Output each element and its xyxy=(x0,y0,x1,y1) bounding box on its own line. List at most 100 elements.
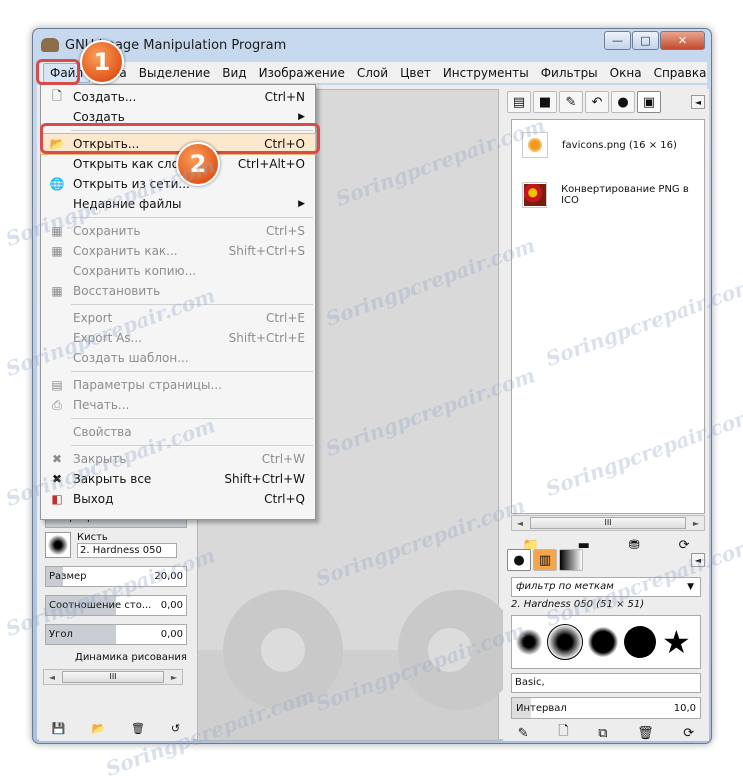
brushes-tab-icon[interactable]: ● xyxy=(507,549,531,571)
menu-colors[interactable]: Цвет xyxy=(394,63,437,83)
restore-options-icon[interactable]: 📂 xyxy=(91,722,105,735)
menu-filters[interactable]: Фильтры xyxy=(535,63,604,83)
scroll-thumb[interactable]: III xyxy=(530,517,686,529)
tool-options-scrollbar[interactable]: ◄ III ► xyxy=(43,669,183,685)
brush-star-icon[interactable]: ★ xyxy=(662,626,691,658)
interval-slider[interactable]: Интервал 10,0 xyxy=(511,697,701,719)
menu-create-template[interactable]: Создать шаблон... xyxy=(41,348,315,368)
scroll-right-icon[interactable]: ► xyxy=(166,673,182,682)
dock-menu-icon[interactable]: ◄ xyxy=(691,95,705,109)
size-slider[interactable]: Размер 20,00 xyxy=(45,566,187,587)
brush-selector[interactable]: Кисть 2. Hardness 050 xyxy=(45,530,187,560)
image-item-convert[interactable]: Конвертирование PNG в ICO xyxy=(512,170,704,220)
exit-icon: ◧ xyxy=(51,492,63,506)
brushes-dock-menu-icon[interactable]: ◄ xyxy=(691,553,705,567)
delete-options-icon[interactable]: 🗑 xyxy=(131,722,145,735)
brush-hardness-050[interactable] xyxy=(547,624,583,660)
undo-tab-icon[interactable]: ↶ xyxy=(585,91,609,113)
page-setup-icon: ▤ xyxy=(51,378,63,392)
save-options-icon[interactable]: 💾 xyxy=(52,722,66,735)
menu-page-setup[interactable]: ▤ Параметры страницы... xyxy=(41,375,315,395)
close-button[interactable]: ✕ xyxy=(660,31,705,50)
brushes-panel: ● ▥ ◄ фильтр по меткам 2. Hardness 050 (… xyxy=(503,547,709,741)
brush-thumbnail-icon[interactable] xyxy=(45,532,71,558)
wilber-eye-right xyxy=(398,590,518,710)
gradients-tab-icon[interactable] xyxy=(559,549,583,571)
scroll-right-icon[interactable]: ► xyxy=(688,519,704,528)
menu-save-copy[interactable]: Сохранить копию... xyxy=(41,261,315,281)
menu-bar: Файл ка Выделение Вид Изображение Слой Ц… xyxy=(37,62,707,84)
paths-tab-icon[interactable]: ✎ xyxy=(559,91,583,113)
save-icon: ▦ xyxy=(51,224,63,238)
minimize-button[interactable]: — xyxy=(604,31,631,50)
brush-grid[interactable]: ★ xyxy=(511,615,701,669)
gimp-app-icon xyxy=(41,38,59,52)
pointer-tab-icon[interactable]: ● xyxy=(611,91,635,113)
menu-print[interactable]: ⎙ Печать... xyxy=(41,395,315,415)
menu-quit[interactable]: ◧ Выход Ctrl+Q xyxy=(41,489,315,509)
menu-image[interactable]: Изображение xyxy=(253,63,351,83)
menu-layer[interactable]: Слой xyxy=(351,63,394,83)
angle-label: Угол xyxy=(49,629,73,640)
brush-name-field[interactable]: 2. Hardness 050 xyxy=(77,543,177,558)
ratio-label: Соотношение сто... xyxy=(49,600,152,611)
new-brush-icon[interactable]: 🗋 xyxy=(558,722,568,744)
menu-export-as[interactable]: Export As... Shift+Ctrl+E xyxy=(41,328,315,348)
menu-select[interactable]: Выделение xyxy=(133,63,216,83)
menu-save-as[interactable]: ▦ Сохранить как... Shift+Ctrl+S xyxy=(41,241,315,261)
step-badge-2: 2 xyxy=(176,142,220,186)
menu-open-location[interactable]: 🌐 Открыть из сети... xyxy=(41,174,315,194)
angle-slider[interactable]: Угол 0,00 xyxy=(45,624,187,645)
menu-properties[interactable]: Свойства xyxy=(41,422,315,442)
maximize-button[interactable]: □ xyxy=(632,31,659,50)
tool-options-panel: Непрозрачность 1 Кисть 2. Hardness 050 Р… xyxy=(39,505,193,741)
delete-brush-icon[interactable]: 🗑 xyxy=(637,726,654,741)
title-bar[interactable]: GNU Image Manipulation Program — □ ✕ xyxy=(33,29,711,61)
channels-tab-icon[interactable]: ■ xyxy=(533,91,557,113)
menu-help[interactable]: Справка xyxy=(648,63,713,83)
brush-label: Кисть xyxy=(77,532,108,543)
dynamics-selector[interactable]: Динамика рисования xyxy=(45,647,187,667)
menu-close[interactable]: ✖ Закрыть Ctrl+W xyxy=(41,449,315,469)
new-file-icon: 🗋 xyxy=(52,88,62,103)
menu-revert[interactable]: ▦ Восстановить xyxy=(41,281,315,301)
scroll-thumb[interactable]: III xyxy=(62,671,164,683)
menu-new[interactable]: 🗋 Создать... Ctrl+N xyxy=(41,87,315,107)
images-tab-icon[interactable]: ▣ xyxy=(637,91,661,113)
menu-save[interactable]: ▦ Сохранить Ctrl+S xyxy=(41,221,315,241)
menu-close-all[interactable]: ✖ Закрыть все Shift+Ctrl+W xyxy=(41,469,315,489)
menu-export[interactable]: Export Ctrl+E xyxy=(41,308,315,328)
layers-tab-icon[interactable]: ▤ xyxy=(507,91,531,113)
dynamics-label: Динамика рисования xyxy=(75,651,187,663)
menu-view[interactable]: Вид xyxy=(216,63,252,83)
wilber-eye-left xyxy=(223,590,343,710)
brush-tag-field[interactable]: Basic, xyxy=(511,673,701,693)
aspect-ratio-slider[interactable]: Соотношение сто... 0,00 xyxy=(45,595,187,616)
tool-options-actions: 💾 📂 🗑 ↺ xyxy=(39,717,193,739)
reset-options-icon[interactable]: ↺ xyxy=(171,722,180,735)
image-name: Конвертирование PNG в ICO xyxy=(561,184,689,206)
menu-tools[interactable]: Инструменты xyxy=(437,63,535,83)
ratio-value: 0,00 xyxy=(160,600,183,611)
interval-value: 10,0 xyxy=(673,702,696,714)
brush-hardness-100[interactable] xyxy=(624,626,656,658)
duplicate-brush-icon[interactable]: ⧉ xyxy=(598,726,607,741)
brushes-tabs: ● ▥ ◄ xyxy=(503,547,709,573)
tag-filter-combobox[interactable]: фильтр по меткам xyxy=(511,577,701,597)
brush-soft-small[interactable] xyxy=(516,629,542,655)
images-scrollbar[interactable]: ◄ III ► xyxy=(511,515,705,531)
refresh-brushes-icon[interactable]: ⟳ xyxy=(683,726,694,741)
patterns-tab-icon[interactable]: ▥ xyxy=(533,549,557,571)
interval-label: Интервал xyxy=(516,702,567,714)
image-item-favicons[interactable]: favicons.png (16 × 16) xyxy=(512,120,704,170)
brush-hardness-075[interactable] xyxy=(588,627,618,657)
edit-brush-icon[interactable]: ✎ xyxy=(518,726,529,741)
print-icon: ⎙ xyxy=(52,397,62,412)
scroll-left-icon[interactable]: ◄ xyxy=(512,519,528,528)
scroll-left-icon[interactable]: ◄ xyxy=(44,673,60,682)
menu-recent-files[interactable]: Недавние файлы ▶ xyxy=(41,194,315,214)
window-controls: — □ ✕ xyxy=(603,31,705,50)
images-list: favicons.png (16 × 16) Конвертирование P… xyxy=(511,119,705,514)
highlight-file-menu xyxy=(36,59,80,85)
menu-windows[interactable]: Окна xyxy=(604,63,648,83)
